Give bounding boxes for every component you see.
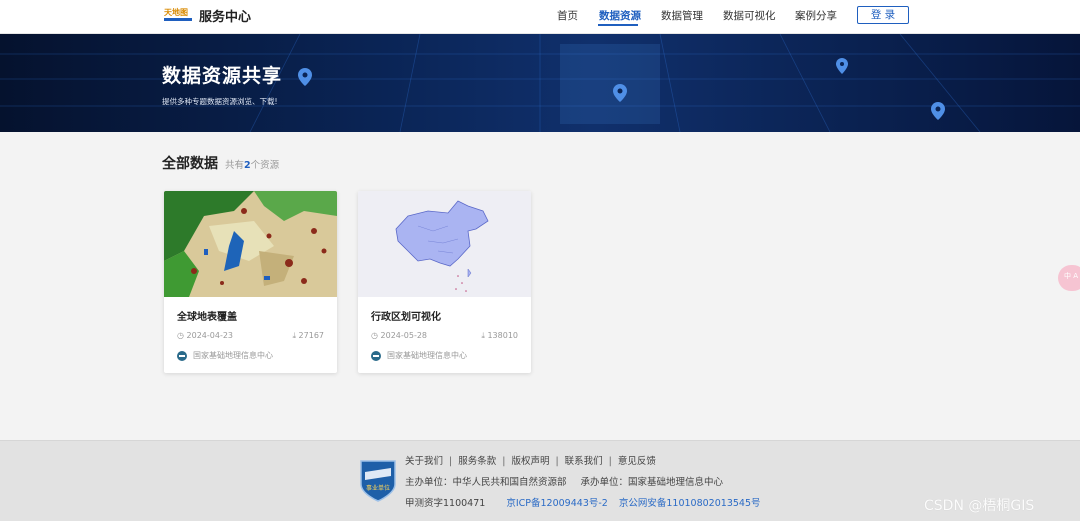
separator: | bbox=[608, 456, 612, 467]
footer-links: 关于我们 | 服务条款 | 版权声明 | 联系我们 | 意见反馈 bbox=[405, 453, 656, 467]
icp-link[interactable]: 京ICP备12009443号-2 bbox=[506, 498, 608, 509]
card-downloads-value: 27167 bbox=[298, 331, 324, 340]
svg-text:天地图: 天地图 bbox=[164, 7, 188, 17]
footer-link-contact[interactable]: 联系我们 bbox=[565, 456, 603, 467]
download-icon: ⤓ bbox=[481, 331, 485, 340]
footer-registration: 甲测资字1100471 京ICP备12009443号-2 京公网安备110108… bbox=[405, 495, 761, 509]
provider-logo-icon bbox=[371, 350, 381, 361]
card-date-value: 2024-04-23 bbox=[186, 331, 234, 340]
card-provider: 国家基础地理信息中心 bbox=[177, 350, 273, 361]
card-downloads: ⤓ 27167 bbox=[292, 331, 324, 341]
card-provider: 国家基础地理信息中心 bbox=[371, 350, 467, 361]
footer-link-terms[interactable]: 服务条款 bbox=[458, 456, 496, 467]
download-icon: ⤓ bbox=[292, 331, 296, 340]
translate-float-button[interactable]: 中 A bbox=[1058, 265, 1080, 291]
footer-link-about[interactable]: 关于我们 bbox=[405, 456, 443, 467]
nav-data-visualization[interactable]: 数据可视化 bbox=[723, 8, 776, 23]
page: 天地图 服务中心 首页 数据资源 数据管理 数据可视化 案例分享 登 录 数据资… bbox=[0, 0, 1080, 521]
footer-license: 甲测资字1100471 bbox=[405, 498, 486, 509]
hero-banner: 数据资源共享 提供多种专题数据资源浏览、下载! bbox=[0, 34, 1080, 132]
brand-title: 服务中心 bbox=[199, 10, 252, 25]
card-date-value: 2024-05-28 bbox=[380, 331, 428, 340]
separator: | bbox=[449, 456, 453, 467]
count-value: 2 bbox=[244, 160, 251, 171]
institution-badge-icon[interactable]: 事业单位 bbox=[359, 458, 397, 502]
police-record-link[interactable]: 京公网安备11010802013545号 bbox=[619, 498, 761, 509]
map-pin-icon bbox=[931, 102, 945, 120]
resource-card[interactable]: 行政区划可视化 ◷ 2024-05-28 ⤓ 138010 国家基础地理信息中心 bbox=[358, 191, 531, 373]
separator: | bbox=[555, 456, 559, 467]
footer-link-feedback[interactable]: 意见反馈 bbox=[618, 456, 656, 467]
count-suffix: 个资源 bbox=[250, 160, 280, 171]
top-navbar: 天地图 服务中心 首页 数据资源 数据管理 数据可视化 案例分享 登 录 bbox=[0, 0, 1080, 34]
footer: 事业单位 关于我们 | 服务条款 | 版权声明 | 联系我们 | 意见反馈 主办单位：中华人民共… bbox=[0, 440, 1080, 521]
banner-subtitle: 提供多种专题数据资源浏览、下载! bbox=[162, 97, 278, 106]
site-logo[interactable]: 天地图 bbox=[163, 6, 193, 23]
footer-host: 主办单位：中华人民共和国自然资源部 bbox=[405, 477, 567, 488]
card-date: ◷ 2024-04-23 bbox=[177, 331, 233, 340]
card-date: ◷ 2024-05-28 bbox=[371, 331, 427, 340]
banner-title: 数据资源共享 bbox=[162, 65, 283, 87]
clock-icon: ◷ bbox=[177, 331, 184, 340]
footer-organizers: 主办单位：中华人民共和国自然资源部 承办单位：国家基础地理信息中心 bbox=[405, 474, 723, 488]
nav-active-indicator bbox=[598, 24, 638, 26]
resource-card[interactable]: 全球地表覆盖 ◷ 2024-04-23 ⤓ 27167 国家基础地理信息中心 bbox=[164, 191, 337, 373]
provider-logo-icon bbox=[177, 350, 187, 361]
card-provider-name: 国家基础地理信息中心 bbox=[387, 351, 467, 360]
card-downloads-value: 138010 bbox=[487, 331, 518, 340]
badge-text: 事业单位 bbox=[366, 484, 390, 492]
card-provider-name: 国家基础地理信息中心 bbox=[193, 351, 273, 360]
watermark: CSDN @梧桐GIS bbox=[924, 498, 1035, 514]
footer-link-copyright[interactable]: 版权声明 bbox=[511, 456, 549, 467]
count-prefix: 共有 bbox=[225, 160, 245, 171]
card-downloads: ⤓ 138010 bbox=[481, 331, 518, 341]
nav-data-resources[interactable]: 数据资源 bbox=[599, 8, 641, 23]
card-title[interactable]: 行政区划可视化 bbox=[371, 308, 441, 323]
section-title: 全部数据 bbox=[162, 156, 218, 172]
map-pin-icon bbox=[836, 58, 848, 74]
nav-home[interactable]: 首页 bbox=[557, 8, 578, 23]
map-pin-icon bbox=[298, 68, 312, 86]
resource-count: 共有2个资源 bbox=[225, 157, 279, 171]
card-title[interactable]: 全球地表覆盖 bbox=[177, 308, 237, 323]
admin-map-thumbnail bbox=[358, 191, 531, 297]
separator: | bbox=[502, 456, 506, 467]
nav-data-management[interactable]: 数据管理 bbox=[661, 8, 703, 23]
footer-operator: 承办单位：国家基础地理信息中心 bbox=[580, 477, 724, 488]
nav-case-sharing[interactable]: 案例分享 bbox=[795, 8, 837, 23]
clock-icon: ◷ bbox=[371, 331, 378, 340]
login-button[interactable]: 登 录 bbox=[857, 6, 909, 24]
land-cover-thumbnail bbox=[164, 191, 337, 297]
